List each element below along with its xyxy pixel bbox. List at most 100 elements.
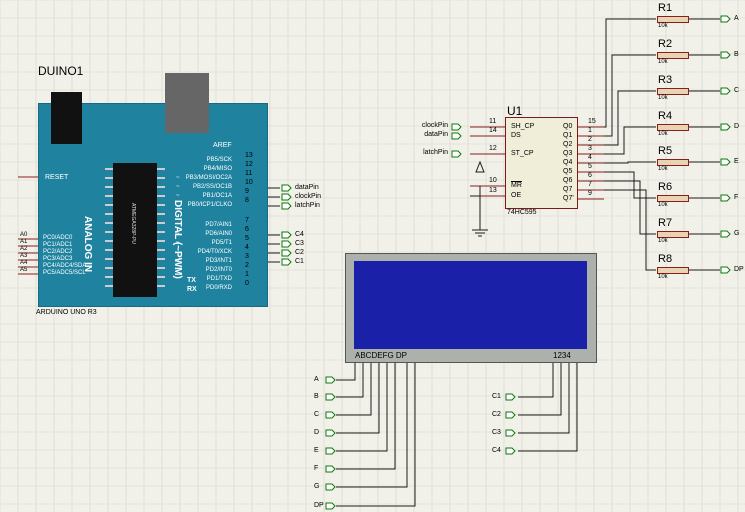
resistor-value: 10k [658,23,668,29]
analog-pin-ext-label: A0 [20,232,28,238]
digital-pin-name: PD4/T0/XCK [197,249,232,255]
resistor-ref: R4 [658,110,673,122]
net-terminal-icon[interactable] [281,258,292,266]
segment-terminal-icon[interactable] [325,429,336,437]
digit-terminal-icon[interactable] [505,447,516,455]
segment-terminal-label: DP [314,502,324,509]
chip-pin-left [105,168,113,170]
resistor-terminal-icon[interactable] [720,230,731,238]
resistor-terminal-icon[interactable] [720,266,731,274]
resistor-terminal-icon[interactable] [720,158,731,166]
digital-pin-name: PB3/MOSI/OC2A [185,175,232,181]
chip-pin-right [157,177,165,179]
net-terminal-icon[interactable] [281,231,292,239]
ic-output-pin-name: Q3 [563,150,573,157]
resistor-terminal-icon[interactable] [720,15,731,23]
chip-pin-right [157,168,165,170]
chip-pin-right [157,222,165,224]
resistor-body[interactable] [657,124,689,131]
shift-register-part-label: 74HC595 [507,209,537,216]
net-terminal-icon[interactable] [281,249,292,257]
chip-pin-right [157,186,165,188]
resistor-value: 10k [658,166,668,172]
reset-pin-label: RESET [45,174,69,181]
analog-pin-name: PC4/ADC4/SDA [43,263,87,269]
ic-output-pin-name: Q6 [563,177,573,184]
digital-pin-name: PB2/SS/OC1B [192,184,232,190]
chip-pin-left [105,267,113,269]
chip-pin-left [105,186,113,188]
aref-pin-label: AREF [213,142,232,149]
resistor-body[interactable] [657,267,689,274]
power-jack [165,73,209,133]
segment-pins-label: ABCDEFG DP [355,351,408,360]
ic-input-pin-number: 14 [489,127,497,134]
digit-terminal-icon[interactable] [505,393,516,401]
segment-terminal-icon[interactable] [325,502,336,510]
ic-input-pin-number: 10 [489,177,497,184]
segment-terminal-icon[interactable] [325,447,336,455]
segment-terminal-label: E [314,447,319,454]
resistor-wire [604,54,656,137]
ic-output-pin-name: Q7 [563,186,573,193]
resistor-body[interactable] [657,231,689,238]
segment-terminal-icon[interactable] [325,393,336,401]
analog-pin-ext-label: A5 [20,267,28,273]
net-terminal-icon[interactable] [281,184,292,192]
chip-pin-right [157,240,165,242]
resistor-terminal-icon[interactable] [720,87,731,95]
net-terminal-icon[interactable] [281,202,292,210]
digital-pin-number: 10 [245,179,253,186]
chip-pin-left [105,231,113,233]
ic-output-pin-number: 6 [588,172,592,179]
schematic-canvas[interactable]: DUINO1 ATMEGA328P-PU ANALOG IN DIGITAL (… [0,0,745,512]
segment-terminal-icon[interactable] [325,376,336,384]
segment-terminal-icon[interactable] [325,465,336,473]
resistor-net-label: DP [734,266,744,273]
digital-pin-name: PB5/SCK [206,157,232,163]
chip-pin-right [157,195,165,197]
digital-pin-number: 12 [245,161,253,168]
digital-pin-number: 13 [245,152,253,159]
ic-output-pin-number: 4 [588,154,592,161]
resistor-value: 10k [658,202,668,208]
digit-wire [518,362,554,398]
resistor-body[interactable] [657,16,689,23]
resistor-body[interactable] [657,159,689,166]
digital-pin-name: PD1/TXD [206,276,232,282]
resistor-terminal-icon[interactable] [720,51,731,59]
resistor-ref: R5 [658,145,673,157]
segment-terminal-icon[interactable] [325,411,336,419]
resistor-value: 10k [658,95,668,101]
chip-pin-left [105,276,113,278]
ic-input-pin-number: 12 [489,145,497,152]
ic-output-pin-number: 15 [588,118,596,125]
digital-pin-name: PD2/INT0 [205,267,232,273]
ic-input-net-label: clockPin [421,122,448,129]
chip-pin-left [105,177,113,179]
resistor-terminal-icon[interactable] [720,123,731,131]
chip-pin-left [105,285,113,287]
resistor-body[interactable] [657,52,689,59]
resistor-ref: R2 [658,38,673,50]
display-screen [354,261,587,349]
digit-terminal-icon[interactable] [505,429,516,437]
resistor-wire [604,161,656,164]
ic-input-terminal-icon[interactable] [451,132,462,140]
resistor-net-label: D [734,123,740,130]
resistor-body[interactable] [657,195,689,202]
ic-input-terminal-icon[interactable] [451,150,462,158]
ic-input-terminal-icon[interactable] [451,123,462,131]
digit-terminal-icon[interactable] [505,411,516,419]
resistor-body[interactable] [657,88,689,95]
chip-pin-right [157,231,165,233]
segment-terminal-label: C [314,411,320,418]
resistor-terminal-icon[interactable] [720,194,731,202]
net-terminal-icon[interactable] [281,193,292,201]
net-terminal-icon[interactable] [281,240,292,248]
resistor-ref: R8 [658,253,673,265]
ic-output-pin-name: Q1 [563,132,573,139]
chip-pin-right [157,204,165,206]
segment-terminal-icon[interactable] [325,483,336,491]
ic-output-pin-name: Q7' [563,195,574,202]
